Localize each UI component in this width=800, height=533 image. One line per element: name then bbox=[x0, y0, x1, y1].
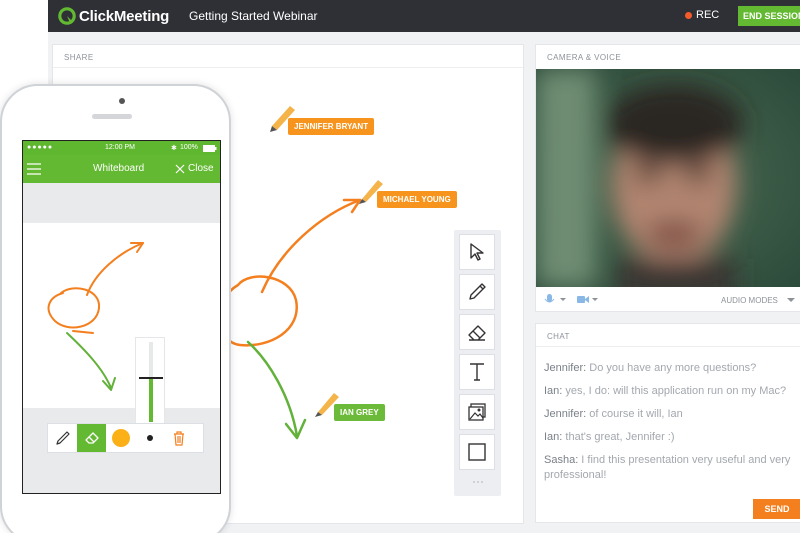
whiteboard-toolbox bbox=[454, 230, 501, 496]
pointer-icon bbox=[470, 243, 484, 261]
brush-size-dot bbox=[146, 435, 153, 441]
phone-canvas-header bbox=[23, 183, 220, 223]
slider-handle[interactable] bbox=[139, 377, 163, 379]
phone-whiteboard-canvas[interactable] bbox=[23, 223, 220, 408]
brush-size-slider[interactable] bbox=[135, 337, 165, 427]
tool-rectangle[interactable] bbox=[459, 434, 495, 470]
signal-icon: ●●●●● bbox=[27, 144, 54, 151]
drag-handle-icon[interactable] bbox=[472, 480, 484, 484]
pencil-icon bbox=[469, 283, 486, 300]
phone-tool-eraser[interactable] bbox=[77, 424, 106, 452]
user-label-michael: MICHAEL YOUNG bbox=[377, 191, 457, 208]
phone-time: 12:00 PM bbox=[105, 144, 135, 151]
stage: ClickMeeting Getting Started Webinar REC… bbox=[0, 0, 800, 533]
close-icon bbox=[175, 164, 185, 173]
phone-speaker bbox=[92, 114, 132, 119]
trash-icon bbox=[173, 431, 184, 446]
user-label-jennifer: JENNIFER BRYANT bbox=[288, 118, 375, 135]
pencil-icon bbox=[55, 431, 70, 445]
phone-nav-bar: Whiteboard Close bbox=[23, 155, 220, 183]
slider-fill bbox=[149, 378, 153, 422]
eraser-icon bbox=[84, 432, 99, 444]
battery-percent: 100% bbox=[180, 144, 198, 151]
phone-nav-title: Whiteboard bbox=[93, 163, 145, 174]
phone-mockup: ●●●●● 12:00 PM ✱ 100% Whiteboard Close bbox=[0, 84, 231, 533]
phone-drawing bbox=[47, 242, 144, 391]
image-icon bbox=[468, 403, 486, 421]
phone-tool-pencil[interactable] bbox=[48, 424, 77, 452]
phone-screen: ●●●●● 12:00 PM ✱ 100% Whiteboard Close bbox=[22, 140, 221, 494]
phone-camera bbox=[119, 98, 125, 104]
phone-tool-color[interactable] bbox=[106, 424, 135, 452]
bluetooth-icon: ✱ bbox=[171, 145, 177, 152]
rectangle-icon bbox=[468, 443, 486, 461]
tool-pointer[interactable] bbox=[459, 234, 495, 270]
tool-text[interactable] bbox=[459, 354, 495, 390]
color-swatch bbox=[111, 429, 130, 447]
text-icon bbox=[470, 363, 484, 381]
phone-close-button[interactable]: Close bbox=[175, 163, 214, 174]
battery-icon bbox=[203, 145, 217, 152]
phone-tool-delete[interactable] bbox=[164, 424, 193, 452]
tool-image[interactable] bbox=[459, 394, 495, 430]
phone-tool-size[interactable] bbox=[135, 424, 164, 452]
hamburger-menu-icon[interactable] bbox=[27, 163, 41, 175]
tool-eraser[interactable] bbox=[459, 314, 495, 350]
pencil-cursor-icon bbox=[270, 106, 383, 417]
phone-toolbar bbox=[47, 423, 204, 453]
tool-pencil[interactable] bbox=[459, 274, 495, 310]
user-label-ian: IAN GREY bbox=[334, 404, 385, 421]
eraser-icon bbox=[468, 325, 486, 341]
phone-status-bar: ●●●●● 12:00 PM ✱ 100% bbox=[23, 141, 220, 155]
phone-close-label: Close bbox=[188, 163, 214, 174]
